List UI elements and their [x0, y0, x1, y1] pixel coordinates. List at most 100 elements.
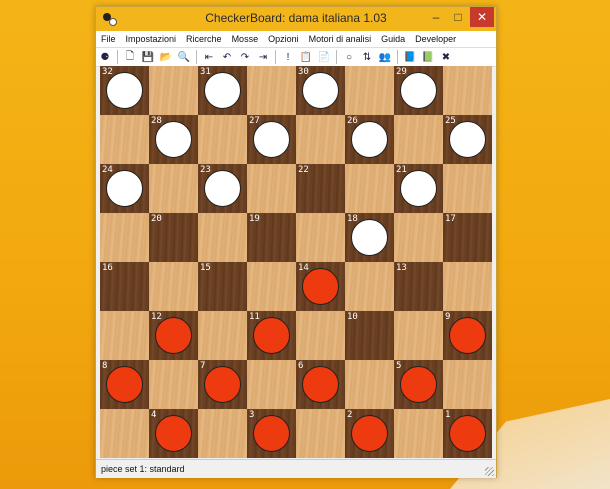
board-square-10[interactable]: 10 — [345, 311, 394, 360]
white-piece[interactable] — [449, 121, 486, 158]
toolbar-separator — [196, 50, 197, 64]
toolbar-separator — [117, 50, 118, 64]
white-piece[interactable] — [204, 170, 241, 207]
menu-item-opzioni[interactable]: Opzioni — [263, 34, 304, 44]
red-piece[interactable] — [155, 415, 192, 452]
book-icon[interactable]: 📘 — [402, 49, 418, 65]
board-square-light — [394, 409, 443, 458]
board-square-8[interactable]: 8 — [100, 360, 149, 409]
white-piece[interactable] — [106, 72, 143, 109]
board-square-29[interactable]: 29 — [394, 66, 443, 115]
board-square-7[interactable]: 7 — [198, 360, 247, 409]
board-square-18[interactable]: 18 — [345, 213, 394, 262]
square-number: 19 — [249, 214, 260, 224]
board-square-light — [394, 115, 443, 164]
new-file-icon[interactable]: 🗋 — [122, 49, 138, 65]
board-square-16[interactable]: 16 — [100, 262, 149, 311]
go-end-icon[interactable]: ⇥ — [255, 49, 271, 65]
board-square-23[interactable]: 23 — [198, 164, 247, 213]
red-piece[interactable] — [302, 366, 339, 403]
board-square-19[interactable]: 19 — [247, 213, 296, 262]
red-piece[interactable] — [253, 317, 290, 354]
board-square-13[interactable]: 13 — [394, 262, 443, 311]
red-piece[interactable] — [351, 415, 388, 452]
red-piece[interactable] — [449, 415, 486, 452]
close-button[interactable]: ✕ — [470, 7, 494, 27]
red-piece[interactable] — [106, 366, 143, 403]
go-start-icon[interactable]: ⇤ — [201, 49, 217, 65]
board-square-26[interactable]: 26 — [345, 115, 394, 164]
board-square-20[interactable]: 20 — [149, 213, 198, 262]
menu-item-impostazioni[interactable]: Impostazioni — [121, 34, 182, 44]
board-square-light — [394, 311, 443, 360]
board-square-light — [100, 311, 149, 360]
swap-icon[interactable]: ⇅ — [359, 49, 375, 65]
menu-item-ricerche[interactable]: Ricerche — [181, 34, 227, 44]
white-piece[interactable] — [400, 170, 437, 207]
board-square-30[interactable]: 30 — [296, 66, 345, 115]
board-square-11[interactable]: 11 — [247, 311, 296, 360]
board-square-15[interactable]: 15 — [198, 262, 247, 311]
white-piece[interactable] — [155, 121, 192, 158]
toolbar-separator — [275, 50, 276, 64]
board-square-5[interactable]: 5 — [394, 360, 443, 409]
search-icon[interactable]: 🔍 — [176, 49, 192, 65]
board-square-6[interactable]: 6 — [296, 360, 345, 409]
paste-icon[interactable]: 📄 — [316, 49, 332, 65]
menu-item-developer[interactable]: Developer — [410, 34, 461, 44]
menu-item-file[interactable]: File — [96, 34, 121, 44]
board-square-25[interactable]: 25 — [443, 115, 492, 164]
red-piece[interactable] — [400, 366, 437, 403]
white-piece[interactable] — [106, 170, 143, 207]
board-square-3[interactable]: 3 — [247, 409, 296, 458]
minimize-button[interactable]: – — [426, 7, 446, 27]
board-square-21[interactable]: 21 — [394, 164, 443, 213]
white-piece[interactable] — [204, 72, 241, 109]
board-square-1[interactable]: 1 — [443, 409, 492, 458]
red-piece[interactable] — [155, 317, 192, 354]
open-folder-icon[interactable]: 📂 — [158, 49, 174, 65]
board-square-light — [149, 262, 198, 311]
resize-grip[interactable] — [485, 467, 494, 476]
board-square-light — [100, 213, 149, 262]
menu-item-guida[interactable]: Guida — [376, 34, 410, 44]
red-piece[interactable] — [253, 415, 290, 452]
maximize-button[interactable]: □ — [448, 7, 468, 27]
title-bar[interactable]: CheckerBoard: dama italiana 1.03 – □ ✕ — [96, 7, 496, 31]
board-square-17[interactable]: 17 — [443, 213, 492, 262]
board-square-2[interactable]: 2 — [345, 409, 394, 458]
book-add-icon[interactable]: 📗 — [420, 49, 436, 65]
red-piece[interactable] — [449, 317, 486, 354]
circle-icon[interactable]: ○ — [341, 49, 357, 65]
board-square-9[interactable]: 9 — [443, 311, 492, 360]
copy-icon[interactable]: 📋 — [298, 49, 314, 65]
engine-icon[interactable]: ⚈ — [97, 49, 113, 65]
board-square-32[interactable]: 32 — [100, 66, 149, 115]
board-square-14[interactable]: 14 — [296, 262, 345, 311]
board-square-28[interactable]: 28 — [149, 115, 198, 164]
board-square-31[interactable]: 31 — [198, 66, 247, 115]
redo-icon[interactable]: ↷ — [237, 49, 253, 65]
board-square-27[interactable]: 27 — [247, 115, 296, 164]
delete-icon[interactable]: ✖ — [438, 49, 454, 65]
exclamation-icon[interactable]: ! — [280, 49, 296, 65]
white-piece[interactable] — [302, 72, 339, 109]
users-icon[interactable]: 👥 — [377, 49, 393, 65]
white-piece[interactable] — [253, 121, 290, 158]
board-square-12[interactable]: 12 — [149, 311, 198, 360]
red-piece[interactable] — [302, 268, 339, 305]
menu-item-motori-di-analisi[interactable]: Motori di analisi — [304, 34, 377, 44]
board-square-4[interactable]: 4 — [149, 409, 198, 458]
white-piece[interactable] — [400, 72, 437, 109]
menu-item-mosse[interactable]: Mosse — [227, 34, 264, 44]
board-square-24[interactable]: 24 — [100, 164, 149, 213]
save-icon[interactable]: 💾 — [140, 49, 156, 65]
square-number: 26 — [347, 116, 358, 126]
red-piece[interactable] — [204, 366, 241, 403]
board-square-22[interactable]: 22 — [296, 164, 345, 213]
checker-board[interactable]: 32 31 30 29 28 27 26 25 24 23 22 21 20 19 18 17 16 15 14 13… — [100, 66, 492, 458]
white-piece[interactable] — [351, 219, 388, 256]
square-number: 31 — [200, 67, 211, 77]
undo-icon[interactable]: ↶ — [219, 49, 235, 65]
white-piece[interactable] — [351, 121, 388, 158]
